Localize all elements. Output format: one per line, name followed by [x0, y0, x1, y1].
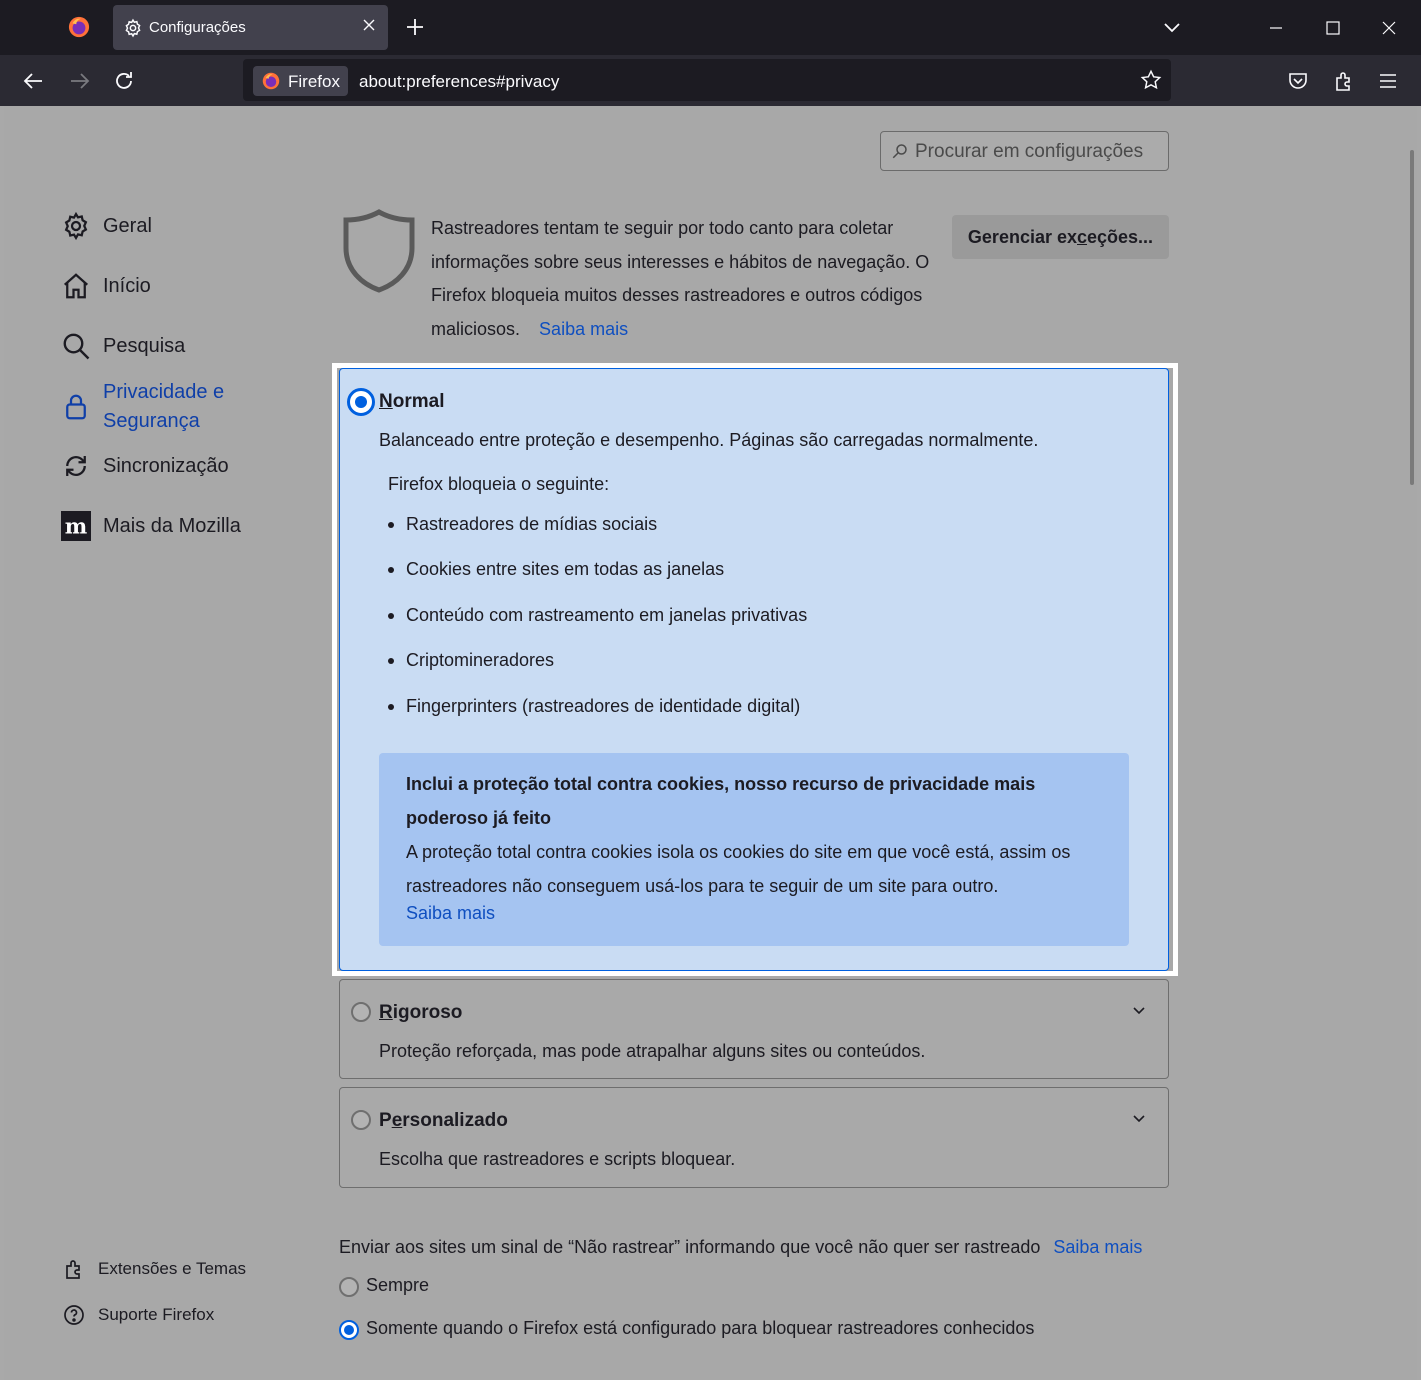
button-label: eções... — [1087, 226, 1154, 247]
sidebar-item-privacy[interactable]: Privacidade e Segurança — [61, 378, 224, 436]
sync-icon — [66, 456, 86, 476]
option-title-normal: Normal — [379, 391, 445, 412]
learn-more-link[interactable]: Saiba mais — [539, 319, 628, 339]
dnt-option-label[interactable]: Somente quando o Firefox está configurad… — [366, 1318, 1034, 1339]
radio-custom[interactable] — [351, 1110, 371, 1130]
list-item: Rastreadores de mídias sociais — [388, 514, 657, 535]
lock-icon — [66, 394, 86, 420]
gear-icon — [125, 18, 141, 38]
option-description: Balanceado entre proteção e desempenho. … — [379, 430, 1039, 450]
shield-icon — [343, 209, 415, 293]
button-accesskey: c — [1077, 226, 1088, 247]
star-icon[interactable] — [1140, 69, 1162, 91]
tab-title: Configurações — [149, 19, 246, 36]
sidebar-item-label: Mais da Mozilla — [103, 514, 241, 537]
close-window-icon[interactable] — [1377, 16, 1401, 40]
back-icon[interactable] — [22, 69, 46, 93]
scrollbar[interactable] — [1410, 150, 1414, 485]
sidebar-item-sync[interactable]: Sincronização — [61, 451, 229, 481]
chevron-down-icon[interactable] — [1131, 1110, 1147, 1126]
dnt-option-label[interactable]: Sempre — [366, 1275, 429, 1296]
search-placeholder: Procurar em configurações — [915, 141, 1144, 162]
mozilla-icon: m — [61, 511, 91, 541]
sidebar-item-label: Privacidade e — [103, 381, 225, 403]
tracking-intro: Rastreadores tentam te seguir por todo c… — [431, 212, 951, 346]
extensions-icon[interactable] — [1332, 69, 1356, 93]
list-item: Criptomineradores — [388, 650, 554, 671]
gear-icon — [64, 211, 88, 241]
sidebar-item-label: Extensões e Temas — [98, 1259, 247, 1278]
search-input[interactable]: Procurar em configurações — [880, 131, 1169, 171]
manage-exceptions-button[interactable]: Gerenciar ex c eções... — [952, 215, 1169, 259]
search-icon — [892, 144, 907, 159]
sidebar-item-label: Segurança — [103, 410, 200, 432]
tcp-learn-more-link[interactable]: Saiba mais — [406, 903, 495, 924]
option-card-custom[interactable]: Personalizado Escolha que rastreadores e… — [339, 1087, 1169, 1188]
list-item: Conteúdo com rastreamento em janelas pri… — [388, 605, 807, 626]
nav-bar: Firefox about:preferences#privacy — [0, 55, 1421, 110]
sidebar-item-label: Geral — [103, 214, 152, 237]
option-title-custom: Personalizado — [379, 1110, 508, 1131]
firefox-logo-icon[interactable] — [68, 16, 90, 38]
button-label: Gerenciar ex — [967, 226, 1077, 247]
dnt-description: Enviar aos sites um sinal de “Não rastre… — [339, 1237, 1142, 1258]
blocks-heading: Firefox bloqueia o seguinte: — [388, 474, 610, 494]
extensions-icon — [66, 1259, 80, 1279]
intro-text: Rastreadores tentam te seguir por todo c… — [431, 218, 930, 339]
reload-icon[interactable] — [112, 69, 136, 93]
url-focus-underline — [240, 56, 573, 110]
chevron-down-icon[interactable] — [1162, 18, 1182, 38]
close-icon[interactable] — [361, 17, 377, 33]
pocket-icon[interactable] — [1286, 69, 1310, 93]
sidebar-item-search[interactable]: Pesquisa — [61, 331, 185, 361]
tab-strip: Configurações — [0, 0, 1421, 55]
maximize-icon[interactable] — [1321, 16, 1345, 40]
sidebar-item-label: Início — [103, 274, 151, 297]
radio-dnt-default[interactable] — [339, 1320, 359, 1340]
sidebar-item-label: Pesquisa — [103, 334, 186, 357]
sidebar-item-more-mozilla[interactable]: m Mais da Mozilla — [61, 511, 241, 541]
minimize-icon[interactable] — [1264, 16, 1288, 40]
sidebar-item-addons[interactable]: Extensões e Temas — [62, 1254, 246, 1283]
radio-normal[interactable] — [347, 388, 375, 416]
help-icon — [64, 1304, 84, 1325]
sidebar-item-label: Sincronização — [103, 454, 229, 477]
menu-icon[interactable] — [1376, 69, 1400, 93]
radio-dnt-always[interactable] — [339, 1277, 359, 1297]
chevron-down-icon[interactable] — [1131, 1002, 1147, 1018]
tcp-title: Inclui a proteção total contra cookies, … — [406, 774, 1036, 828]
tcp-body: A proteção total contra cookies isola os… — [406, 842, 1071, 896]
sidebar-item-support[interactable]: Suporte Firefox — [62, 1300, 214, 1329]
list-item: Fingerprinters (rastreadores de identida… — [388, 696, 800, 717]
search-icon — [63, 333, 90, 360]
home-icon — [64, 273, 88, 299]
sidebar-item-label: Suporte Firefox — [98, 1305, 215, 1324]
tab-settings[interactable]: Configurações — [113, 5, 388, 50]
option-description: Escolha que rastreadores e scripts bloqu… — [379, 1149, 736, 1169]
option-card-strict[interactable]: Rigoroso Proteção reforçada, mas pode at… — [339, 979, 1169, 1079]
svg-text:m: m — [65, 515, 88, 540]
sidebar-item-general[interactable]: Geral — [61, 211, 152, 241]
option-title-strict: Rigoroso — [379, 1002, 463, 1023]
dnt-learn-more-link[interactable]: Saiba mais — [1053, 1237, 1142, 1257]
plus-icon[interactable] — [404, 16, 426, 38]
radio-strict[interactable] — [351, 1002, 371, 1022]
list-item: Cookies entre sites em todas as janelas — [388, 559, 724, 580]
forward-icon[interactable] — [67, 69, 91, 93]
total-cookie-protection-box: Inclui a proteção total contra cookies, … — [379, 753, 1129, 946]
option-description: Proteção reforçada, mas pode atrapalhar … — [379, 1041, 926, 1061]
dnt-text: Enviar aos sites um sinal de “Não rastre… — [339, 1237, 1041, 1257]
sidebar-item-home[interactable]: Início — [61, 271, 151, 301]
